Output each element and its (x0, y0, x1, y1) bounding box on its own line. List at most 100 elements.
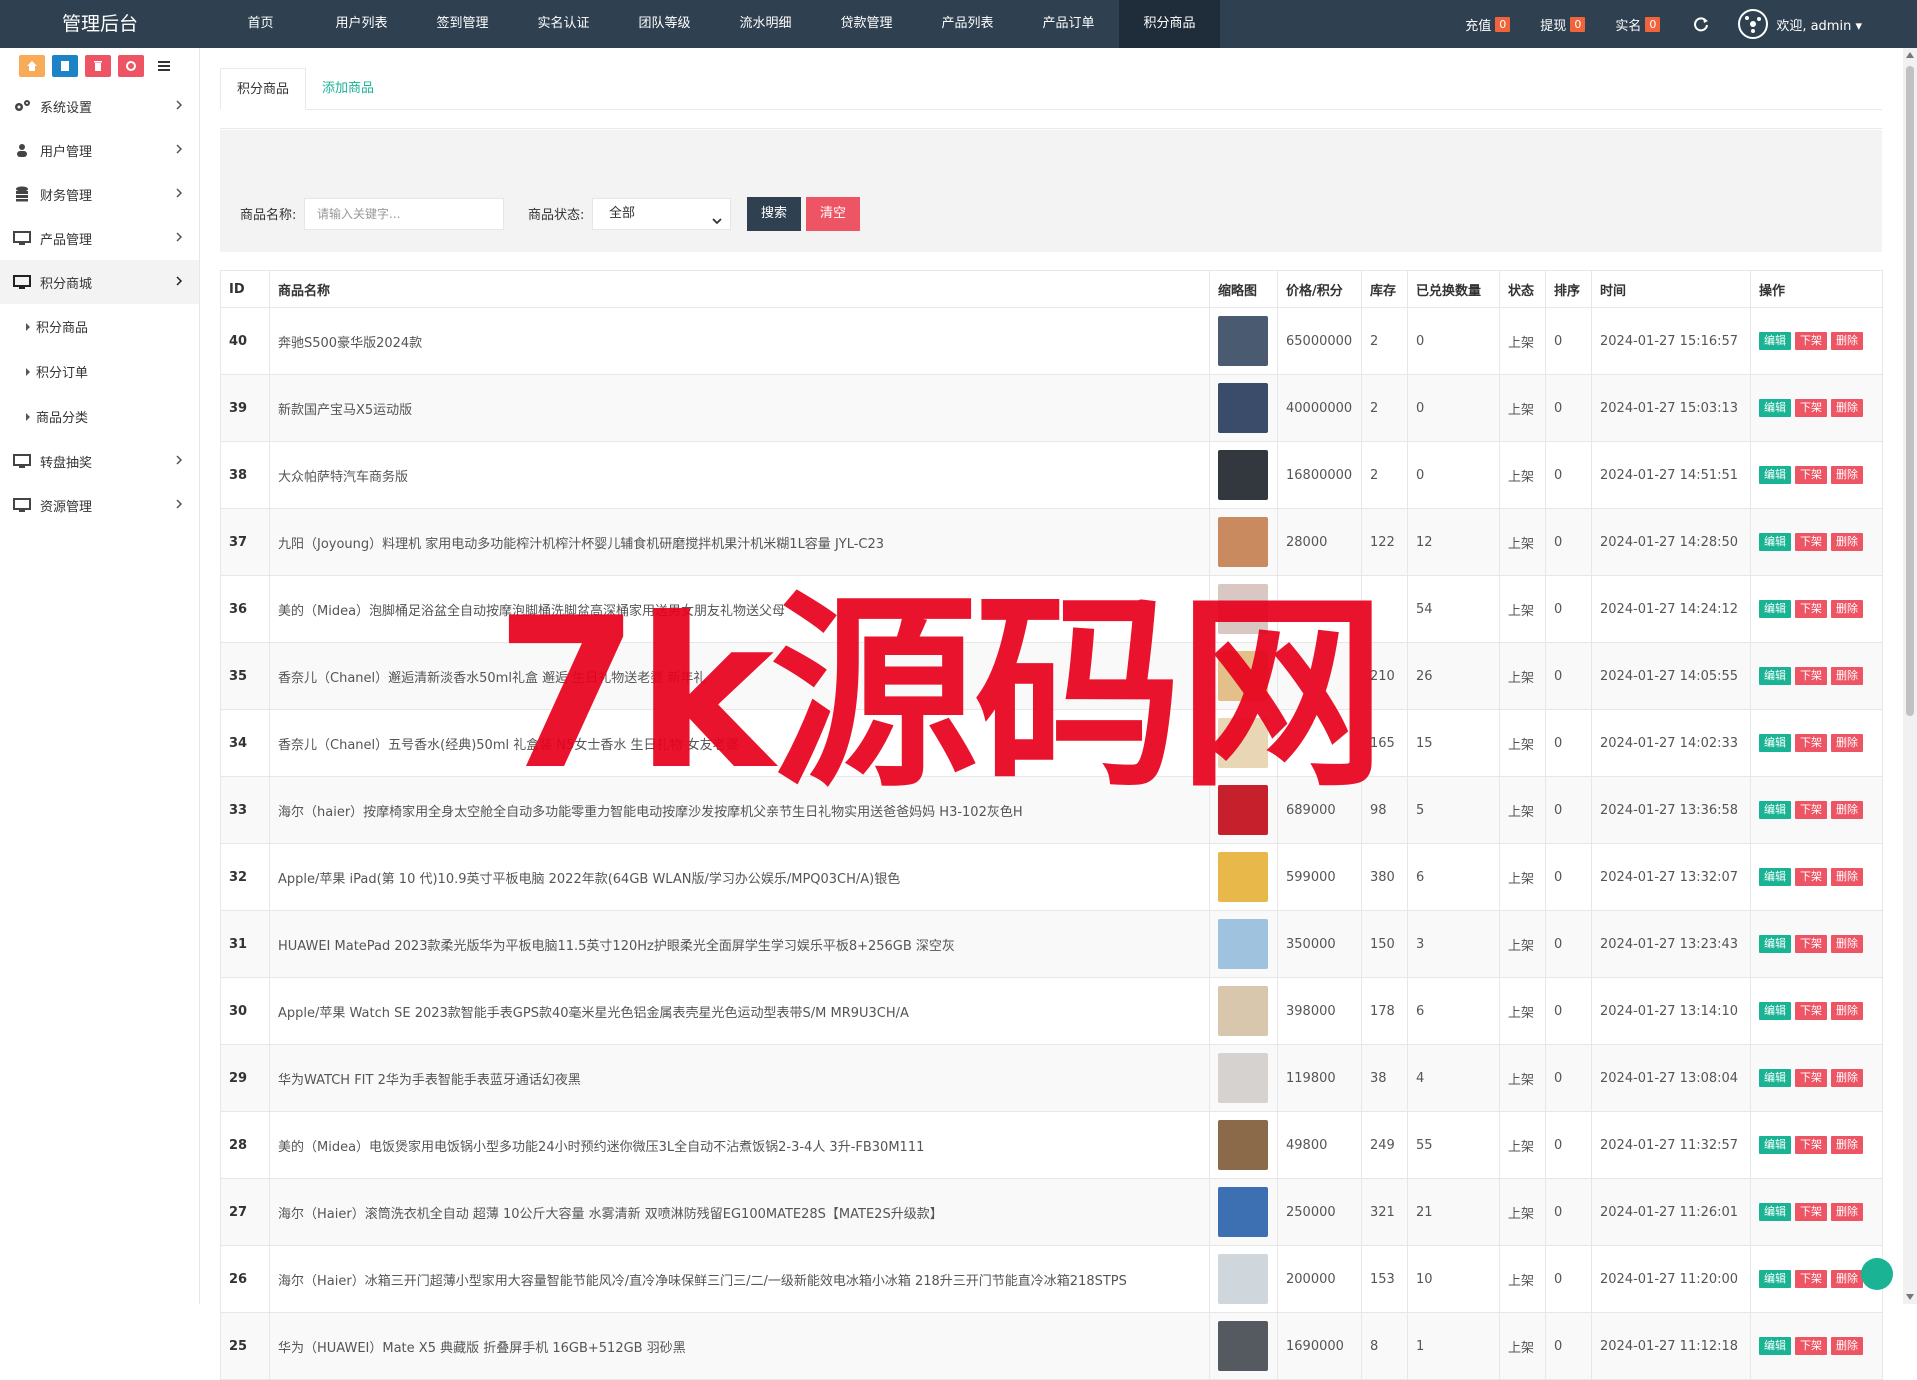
unlist-button[interactable]: 下架 (1795, 332, 1827, 350)
delete-button[interactable]: 删除 (1831, 332, 1863, 350)
product-thumbnail[interactable] (1218, 1321, 1268, 1371)
edit-button[interactable]: 编辑 (1759, 801, 1791, 819)
product-thumbnail[interactable] (1218, 1187, 1268, 1237)
edit-button[interactable]: 编辑 (1759, 332, 1791, 350)
product-thumbnail[interactable] (1218, 383, 1268, 433)
delete-button[interactable]: 删除 (1831, 533, 1863, 551)
unlist-button[interactable]: 下架 (1795, 1136, 1827, 1154)
delete-button[interactable]: 删除 (1831, 1136, 1863, 1154)
sidebar-item-resources[interactable]: 资源管理 (0, 483, 199, 527)
status-select[interactable]: 全部 (592, 198, 731, 230)
page-scrollbar[interactable] (1903, 48, 1917, 1304)
clear-button[interactable]: 清空 (806, 197, 860, 231)
delete-button[interactable]: 删除 (1831, 1337, 1863, 1355)
search-button[interactable]: 搜索 (747, 197, 801, 231)
unlist-button[interactable]: 下架 (1795, 734, 1827, 752)
tab-points-goods[interactable]: 积分商品 (220, 68, 307, 110)
sidebar-item-users[interactable]: 用户管理 (0, 128, 199, 172)
top-nav-team[interactable]: 团队等级 (614, 0, 715, 48)
sidebar-item-lottery[interactable]: 转盘抽奖 (0, 439, 199, 483)
product-thumbnail[interactable] (1218, 1254, 1268, 1304)
top-nav-orders[interactable]: 产品订单 (1018, 0, 1119, 48)
realname-stat[interactable]: 实名 0 (1615, 15, 1661, 34)
unlist-button[interactable]: 下架 (1795, 1337, 1827, 1355)
edit-button[interactable]: 编辑 (1759, 1203, 1791, 1221)
edit-button[interactable]: 编辑 (1759, 533, 1791, 551)
unlist-button[interactable]: 下架 (1795, 868, 1827, 886)
file-icon[interactable] (52, 55, 78, 77)
delete-button[interactable]: 删除 (1831, 399, 1863, 417)
edit-button[interactable]: 编辑 (1759, 734, 1791, 752)
list-icon[interactable] (151, 55, 177, 77)
unlist-button[interactable]: 下架 (1795, 801, 1827, 819)
delete-button[interactable]: 删除 (1831, 1002, 1863, 1020)
edit-button[interactable]: 编辑 (1759, 667, 1791, 685)
sidebar-item-points-mall[interactable]: 积分商城 (0, 260, 199, 304)
unlist-button[interactable]: 下架 (1795, 1270, 1827, 1288)
withdraw-stat[interactable]: 提现 0 (1540, 15, 1586, 34)
refresh-icon[interactable] (1690, 13, 1712, 35)
delete-button[interactable]: 删除 (1831, 466, 1863, 484)
edit-button[interactable]: 编辑 (1759, 935, 1791, 953)
sidebar-subitem-points-goods[interactable]: 积分商品 (0, 304, 199, 349)
unlist-button[interactable]: 下架 (1795, 466, 1827, 484)
edit-button[interactable]: 编辑 (1759, 1270, 1791, 1288)
edit-button[interactable]: 编辑 (1759, 466, 1791, 484)
scrollbar-thumb[interactable] (1906, 66, 1914, 716)
scroll-down-icon[interactable] (1906, 1294, 1914, 1300)
delete-button[interactable]: 删除 (1831, 935, 1863, 953)
edit-button[interactable]: 编辑 (1759, 1337, 1791, 1355)
top-nav-home[interactable]: 首页 (210, 0, 311, 48)
recycle-icon[interactable] (118, 55, 144, 77)
delete-button[interactable]: 删除 (1831, 667, 1863, 685)
unlist-button[interactable]: 下架 (1795, 533, 1827, 551)
tab-add-goods[interactable]: 添加商品 (306, 68, 390, 110)
edit-button[interactable]: 编辑 (1759, 399, 1791, 417)
edit-button[interactable]: 编辑 (1759, 1069, 1791, 1087)
sidebar-item-products[interactable]: 产品管理 (0, 216, 199, 260)
delete-button[interactable]: 删除 (1831, 868, 1863, 886)
scroll-up-icon[interactable] (1906, 52, 1914, 58)
product-thumbnail[interactable] (1218, 986, 1268, 1036)
delete-button[interactable]: 删除 (1831, 734, 1863, 752)
edit-button[interactable]: 编辑 (1759, 600, 1791, 618)
sidebar-item-system[interactable]: 系统设置 (0, 84, 199, 128)
product-thumbnail[interactable] (1218, 919, 1268, 969)
unlist-button[interactable]: 下架 (1795, 935, 1827, 953)
edit-button[interactable]: 编辑 (1759, 1136, 1791, 1154)
unlist-button[interactable]: 下架 (1795, 399, 1827, 417)
top-nav-loan[interactable]: 贷款管理 (816, 0, 917, 48)
sidebar-subitem-categories[interactable]: 商品分类 (0, 394, 199, 439)
goods-name-input[interactable]: 请输入关键字... (304, 198, 504, 230)
product-thumbnail[interactable] (1218, 852, 1268, 902)
top-nav-products[interactable]: 产品列表 (917, 0, 1018, 48)
product-thumbnail[interactable] (1218, 1120, 1268, 1170)
unlist-button[interactable]: 下架 (1795, 667, 1827, 685)
top-nav-users[interactable]: 用户列表 (311, 0, 412, 48)
back-to-top-button[interactable] (1861, 1258, 1893, 1290)
recharge-stat[interactable]: 充值 0 (1465, 15, 1511, 34)
product-thumbnail[interactable] (1218, 316, 1268, 366)
unlist-button[interactable]: 下架 (1795, 1203, 1827, 1221)
home-icon[interactable] (19, 55, 45, 77)
delete-button[interactable]: 删除 (1831, 801, 1863, 819)
delete-button[interactable]: 删除 (1831, 1270, 1863, 1288)
unlist-button[interactable]: 下架 (1795, 1069, 1827, 1087)
delete-button[interactable]: 删除 (1831, 600, 1863, 618)
top-nav-points-goods[interactable]: 积分商品 (1119, 0, 1220, 48)
sidebar-item-finance[interactable]: 财务管理 (0, 172, 199, 216)
unlist-button[interactable]: 下架 (1795, 1002, 1827, 1020)
brand-title[interactable]: 管理后台 (0, 0, 200, 48)
top-nav-flow[interactable]: 流水明细 (715, 0, 816, 48)
delete-button[interactable]: 删除 (1831, 1069, 1863, 1087)
product-thumbnail[interactable] (1218, 1053, 1268, 1103)
sidebar-subitem-points-orders[interactable]: 积分订单 (0, 349, 199, 394)
trash-icon[interactable] (85, 55, 111, 77)
delete-button[interactable]: 删除 (1831, 1203, 1863, 1221)
edit-button[interactable]: 编辑 (1759, 868, 1791, 886)
top-nav-signin[interactable]: 签到管理 (412, 0, 513, 48)
avatar[interactable] (1738, 9, 1769, 39)
top-nav-realname[interactable]: 实名认证 (513, 0, 614, 48)
edit-button[interactable]: 编辑 (1759, 1002, 1791, 1020)
welcome-user-menu[interactable]: 欢迎, admin ▾ (1776, 15, 1862, 34)
